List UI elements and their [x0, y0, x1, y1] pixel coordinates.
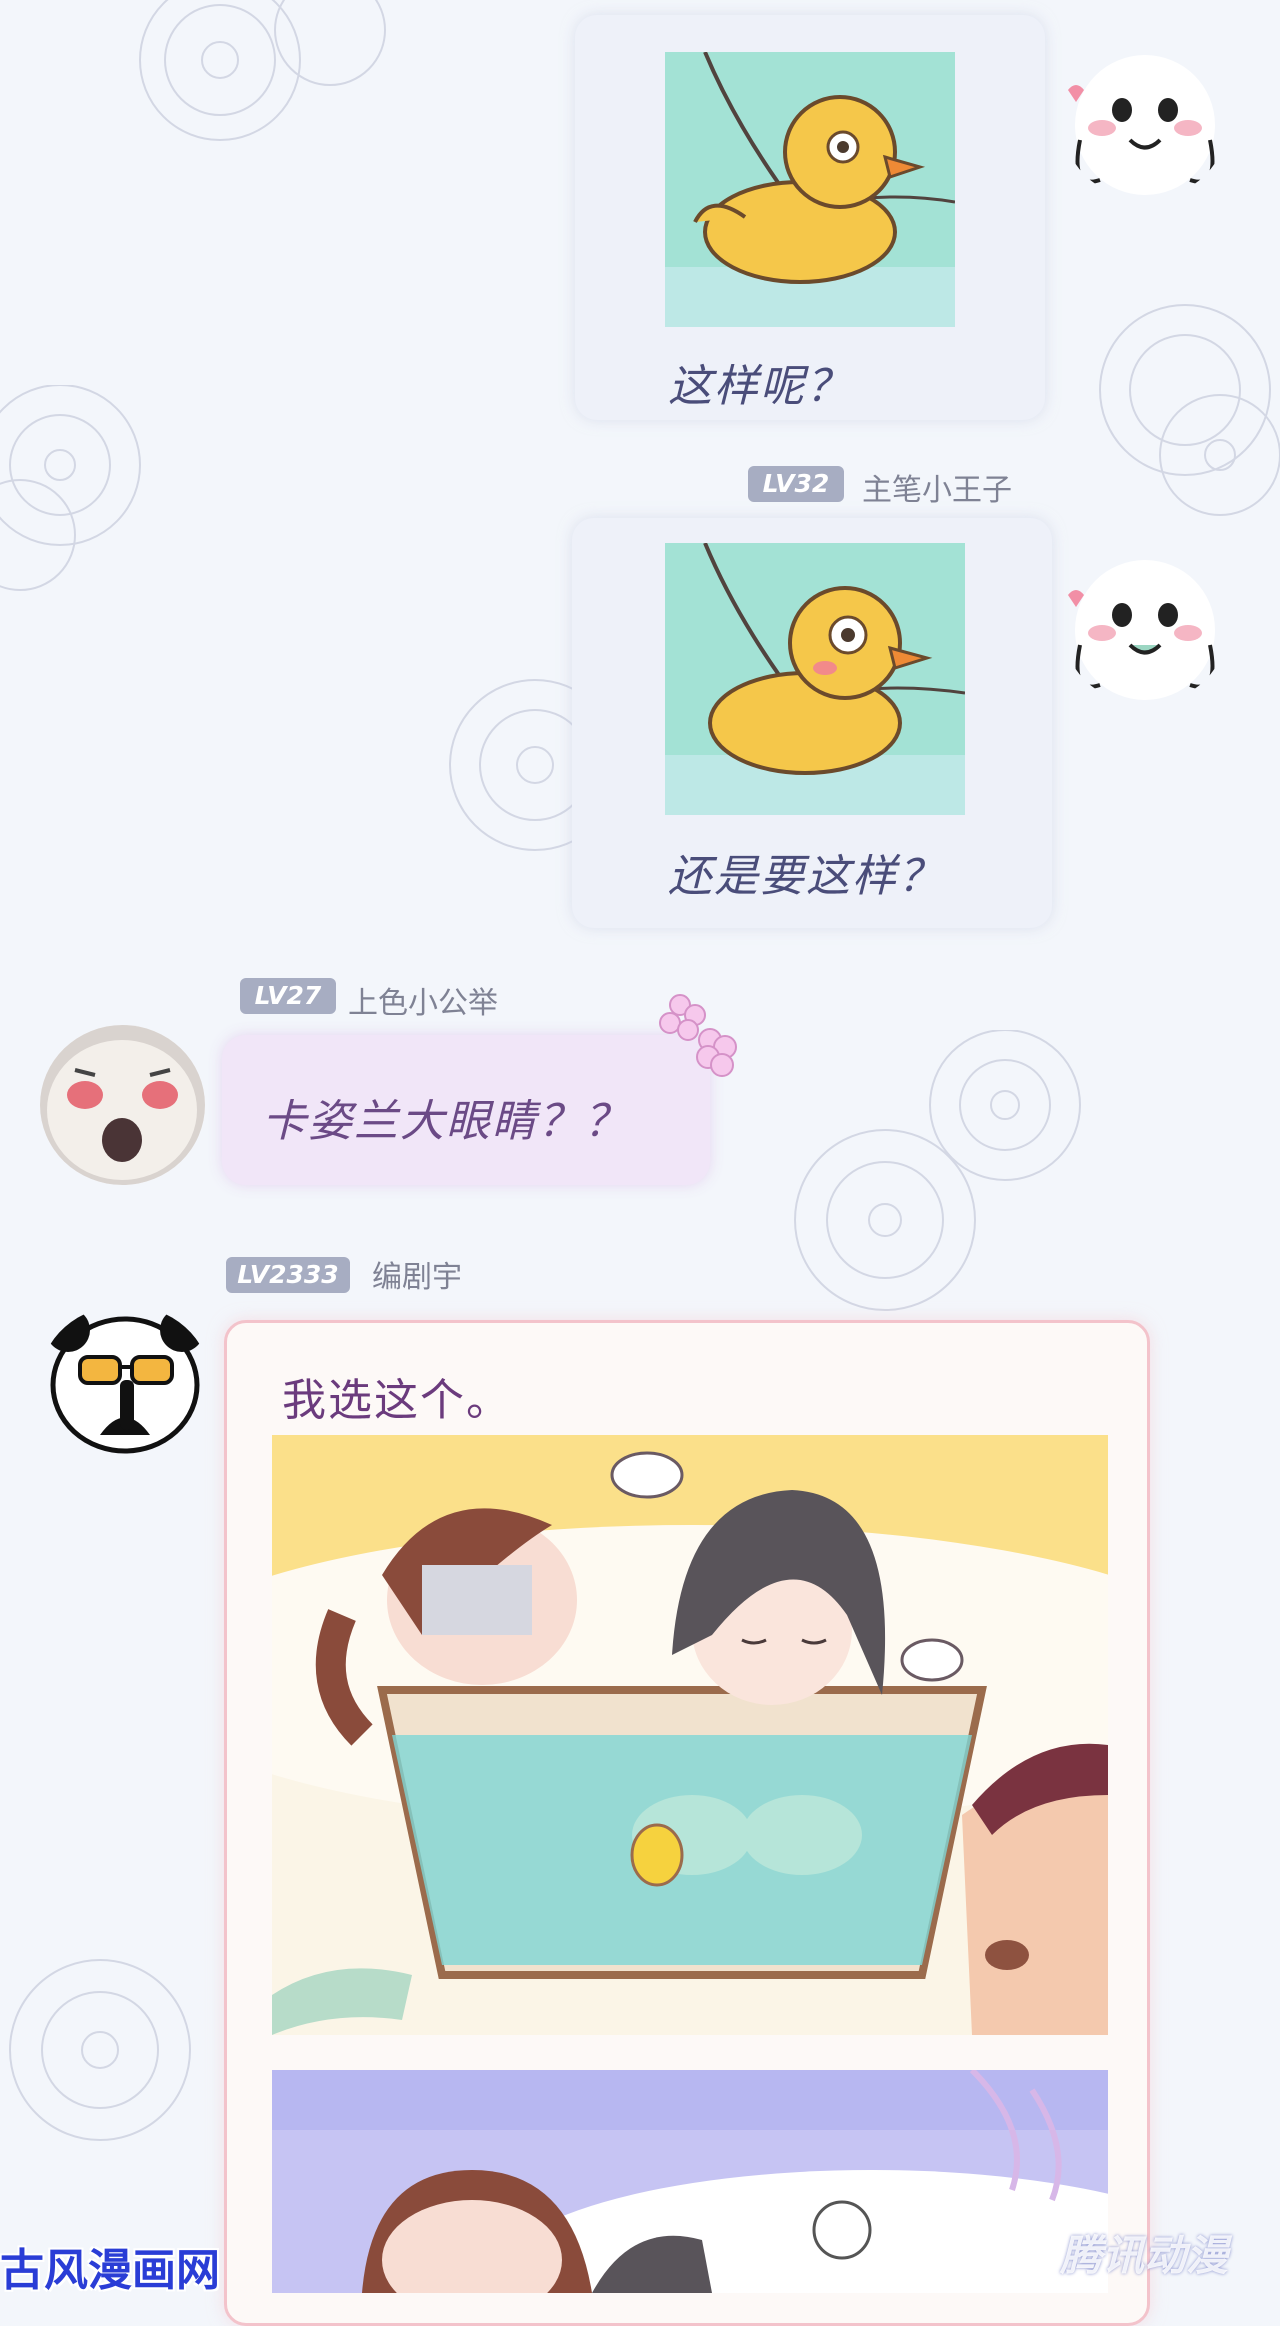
background-flower-decoration [0, 385, 141, 591]
level-badge: LV32 [748, 466, 844, 502]
background-flower-decoration [449, 679, 580, 851]
ghost-avatar[interactable] [1060, 30, 1230, 200]
duck-image-icon [665, 52, 955, 327]
username[interactable]: 主笔小王子 [862, 465, 1012, 509]
panda-face-icon [46, 1308, 204, 1454]
message-text: 卡姿兰大眼睛？？ [262, 1096, 630, 1147]
cat-avatar[interactable] [40, 1025, 205, 1185]
background-flower-decoration [139, 0, 386, 141]
duck-image-icon [665, 543, 965, 815]
username[interactable]: 上色小公举 [348, 978, 498, 1022]
username[interactable]: 编剧宇 [372, 1252, 462, 1296]
message-caption: 还是要这样？ [668, 851, 944, 902]
message-image[interactable] [665, 52, 955, 327]
background-flower-decoration [794, 1030, 1081, 1311]
bath-comic-icon [272, 1435, 1108, 2035]
panda-avatar[interactable] [40, 1305, 210, 1455]
watermark-right: 腾讯动漫 [1060, 2231, 1229, 2280]
comic-panel-image[interactable] [272, 1435, 1108, 2035]
comic-panel-image[interactable] [272, 2070, 1108, 2293]
message-caption: 这样呢？ [668, 361, 852, 412]
ghost-face-icon [1068, 55, 1215, 195]
ghost-avatar[interactable] [1060, 535, 1230, 705]
ghost-face-icon [1068, 560, 1215, 700]
message-image[interactable] [665, 543, 965, 815]
background-flower-decoration [9, 1959, 191, 2141]
comic-panel-2-icon [272, 2070, 1108, 2293]
cat-face-icon [40, 1025, 205, 1185]
level-badge: LV2333 [226, 1257, 350, 1293]
level-badge: LV27 [240, 978, 336, 1014]
sakura-flower-icon [659, 994, 737, 1077]
message-text: 我选这个。 [282, 1375, 512, 1426]
background-flower-decoration [1099, 304, 1280, 516]
watermark-left: 古风漫画网 [0, 2245, 220, 2296]
